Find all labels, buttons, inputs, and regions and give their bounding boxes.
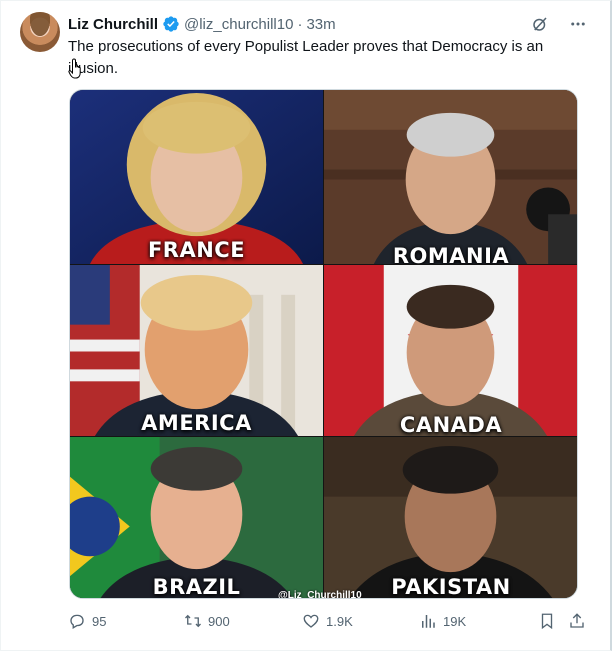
panel-romania: ROMANIA — [324, 90, 577, 265]
views-chart-icon — [422, 615, 435, 628]
reply-count: 95 — [92, 613, 107, 629]
hand-cursor-icon — [68, 58, 81, 79]
repost-count: 900 — [208, 613, 230, 629]
panel-america: AMERICA — [70, 265, 324, 437]
portrait-canada — [324, 265, 577, 436]
tweet-text: The prosecutions of every Populist Leade… — [68, 38, 544, 77]
grok-icon[interactable] — [530, 14, 550, 34]
separator-dot: · — [297, 15, 303, 33]
like-count: 1.9K — [326, 613, 353, 629]
heart-icon — [303, 614, 319, 628]
country-label-pakistan: PAKISTAN — [391, 575, 511, 599]
country-label-america: AMERICA — [141, 411, 252, 435]
image-watermark: @Liz_Churchill10 — [278, 590, 362, 599]
repost-icon — [185, 614, 201, 628]
reply-button[interactable]: 95 — [68, 612, 106, 630]
country-label-romania: ROMANIA — [392, 244, 510, 265]
views-button[interactable]: 19K — [419, 612, 466, 630]
author-name[interactable]: Liz Churchill — [68, 16, 158, 33]
verified-badge-icon — [163, 16, 179, 32]
country-label-france: FRANCE — [147, 238, 246, 262]
like-button[interactable]: 1.9K — [302, 612, 353, 630]
bookmark-icon — [541, 613, 553, 630]
panel-pakistan: PAKISTAN — [324, 437, 577, 599]
panel-france: FRANCE — [70, 90, 324, 265]
repost-button[interactable]: 900 — [184, 612, 230, 630]
panel-canada: CANADA — [324, 265, 577, 437]
bookmark-button[interactable] — [538, 612, 556, 630]
avatar[interactable] — [20, 12, 60, 52]
panel-brazil: BRAZIL — [70, 437, 324, 598]
tweet-image[interactable]: FRANCE ROMANIA AMERICA CANADA BRAZIL PAK… — [69, 89, 578, 599]
portrait-romania — [324, 90, 577, 264]
views-count: 19K — [443, 613, 467, 629]
tweet-actions: 95 900 1.9K 19K — [68, 612, 588, 634]
share-icon — [570, 613, 584, 628]
tweet-header: Liz Churchill @liz_churchill10 · 33m — [68, 14, 336, 34]
author-handle[interactable]: @liz_churchill10 — [184, 16, 293, 33]
timestamp[interactable]: 33m — [306, 16, 335, 33]
reply-icon — [70, 614, 84, 629]
tweet-top-actions — [530, 14, 588, 34]
share-button[interactable] — [568, 612, 586, 630]
country-label-canada: CANADA — [399, 413, 503, 437]
more-options-icon[interactable] — [568, 14, 588, 34]
